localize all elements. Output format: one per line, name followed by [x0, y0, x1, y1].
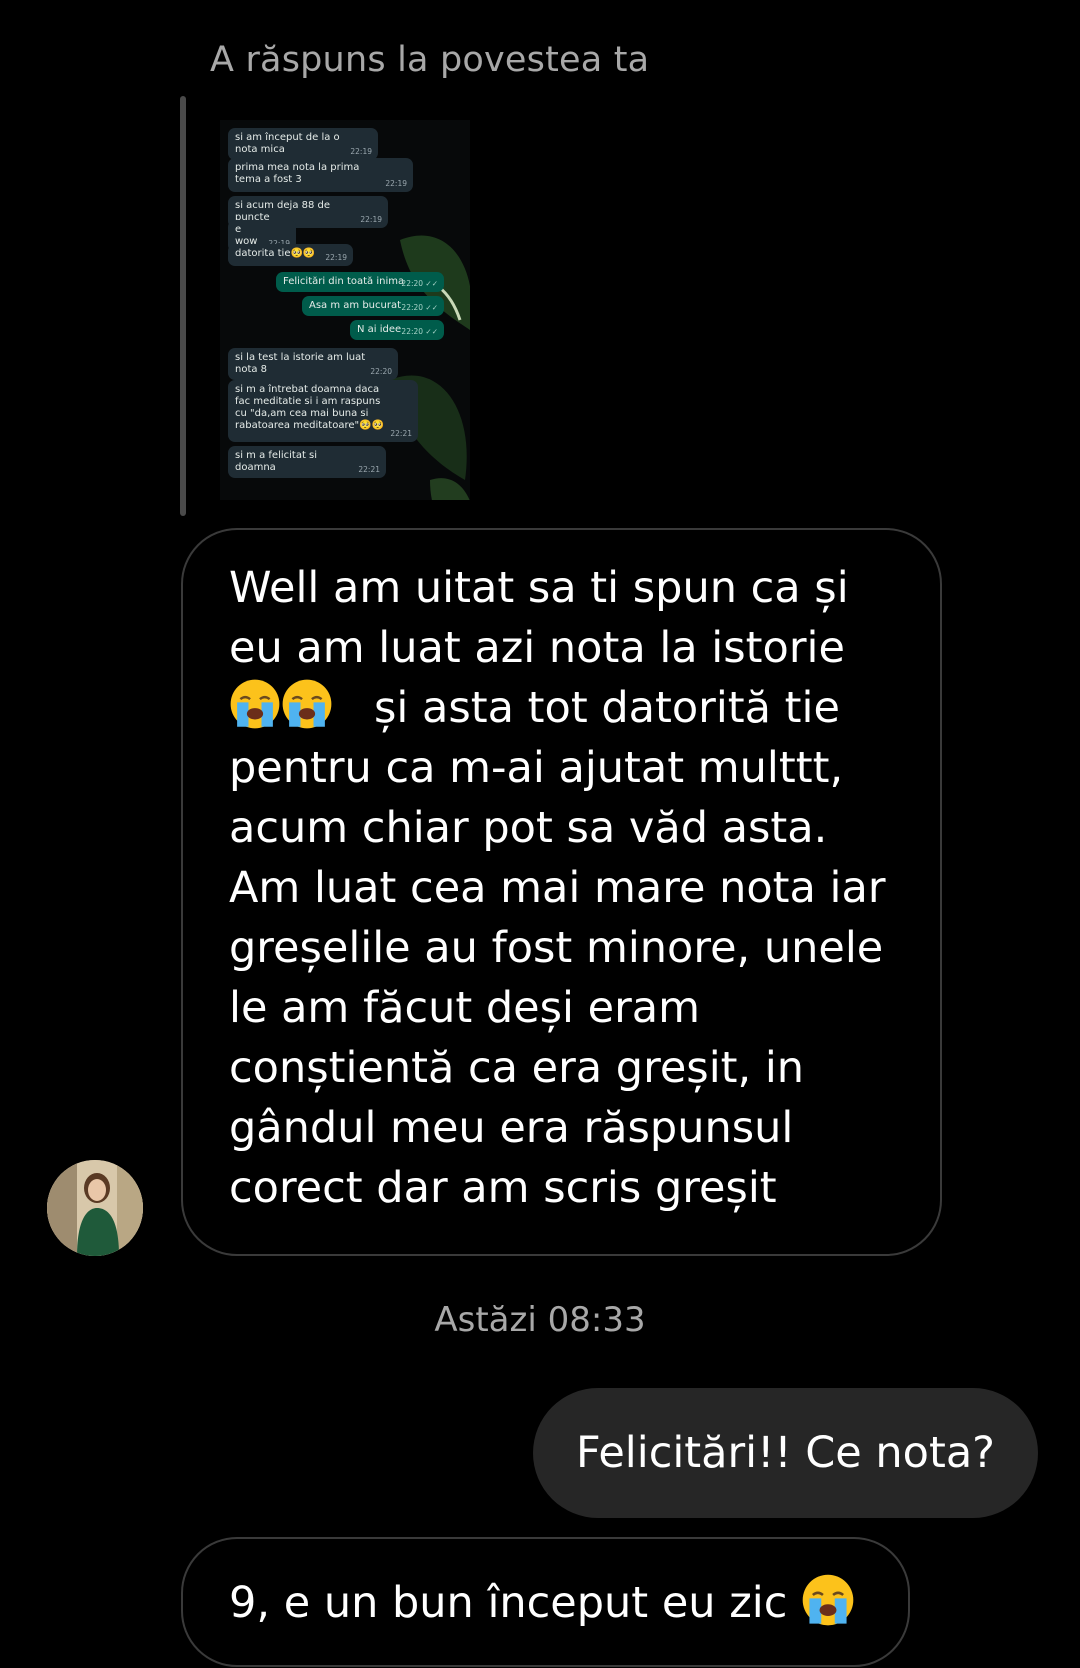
story-message: Felicitări din toată inima 22:20 ✓✓ — [276, 272, 444, 292]
message-bubble-incoming[interactable]: 9, e un bun început eu zic — [181, 1537, 910, 1667]
loudly-crying-face-icon — [802, 1574, 854, 1626]
message-text: Well am uitat sa ti spun ca și eu am lua… — [229, 558, 900, 1218]
reply-quote-bar — [180, 96, 186, 516]
avatar[interactable] — [47, 1160, 143, 1256]
message-text: Felicitări!! Ce nota? — [575, 1428, 996, 1478]
story-message: si am început de la o nota mica 22:19 — [228, 128, 378, 160]
reply-header: A răspuns la povestea ta — [210, 40, 650, 80]
story-message-text: datorita tie🥺🥺 — [235, 248, 316, 259]
story-message: Asa m am bucurat 22:20 ✓✓ — [302, 296, 444, 316]
story-message-text: Asa m am bucurat — [309, 300, 402, 311]
story-message: N ai idee 22:20 ✓✓ — [350, 320, 444, 340]
story-thumbnail[interactable]: si am început de la o nota mica 22:19 prim… — [220, 120, 470, 500]
story-message-time: 22:19 — [360, 215, 382, 224]
story-message-time: 22:20 ✓✓ — [401, 303, 438, 312]
story-message-text: Felicitări din toată inima — [283, 276, 405, 287]
story-message: datorita tie🥺🥺 22:19 — [228, 244, 353, 266]
story-message-time: 22:19 — [325, 253, 347, 262]
story-message-time: 22:21 — [358, 465, 380, 474]
story-message-time: 22:20 — [370, 367, 392, 376]
loudly-crying-face-icon — [282, 679, 332, 729]
message-bubble-incoming[interactable]: Well am uitat sa ti spun ca și eu am lua… — [181, 528, 942, 1256]
story-message-text: prima mea nota la prima tema a fost 3 — [235, 162, 360, 185]
message-text: 9, e un bun început eu zic — [229, 1578, 802, 1628]
message-bubble-outgoing[interactable]: Felicitări!! Ce nota? — [533, 1388, 1038, 1518]
profile-photo — [47, 1160, 143, 1256]
story-message: si m a felicitat si doamna 22:21 — [228, 446, 386, 478]
story-message-text: si m a întrebat doamna daca fac meditati… — [235, 384, 385, 431]
story-message: prima mea nota la prima tema a fost 3 22:… — [228, 158, 413, 192]
story-message: si m a întrebat doamna daca fac meditati… — [228, 380, 418, 442]
story-message-text: N ai idee — [357, 324, 402, 335]
message-text-part2: și asta tot datorită tie pentru ca m-ai … — [229, 683, 900, 1213]
story-message-text: si am început de la o nota mica — [235, 132, 340, 155]
story-message: si la test la istorie am luat nota 8 22:2… — [228, 348, 398, 380]
chat-timestamp: Astăzi 08:33 — [434, 1300, 646, 1340]
story-message-time: 22:19 — [385, 179, 407, 188]
story-message-time: 22:20 ✓✓ — [401, 279, 438, 288]
story-message-time: 22:20 ✓✓ — [401, 327, 438, 336]
story-message-text: si la test la istorie am luat nota 8 — [235, 352, 366, 375]
story-message-text: si m a felicitat si doamna — [235, 450, 318, 473]
story-message-time: 22:21 — [390, 429, 412, 438]
message-text-part1: Well am uitat sa ti spun ca și eu am lua… — [229, 563, 863, 673]
loudly-crying-face-icon — [230, 679, 280, 729]
story-message-time: 22:19 — [350, 147, 372, 156]
